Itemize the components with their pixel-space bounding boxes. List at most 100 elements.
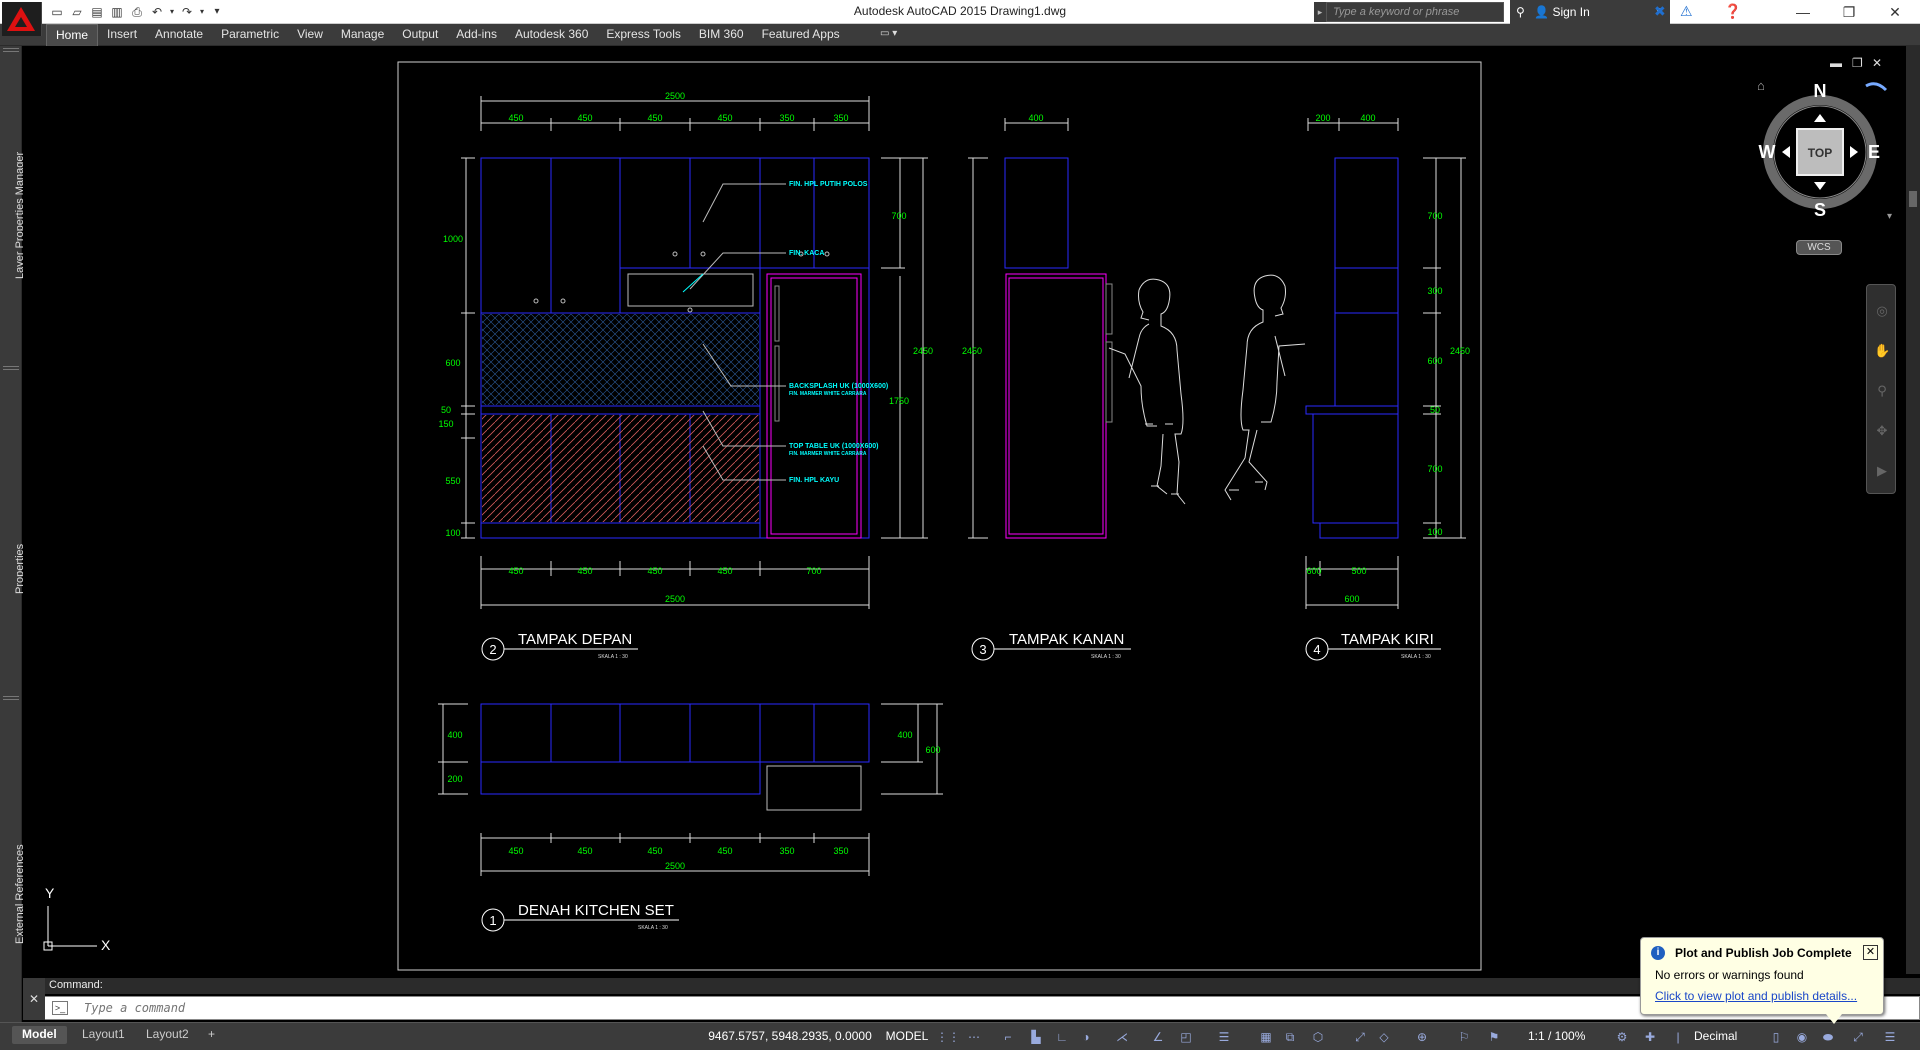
compass-west[interactable]: W <box>1759 142 1776 162</box>
ortho-icon[interactable]: ∟ <box>1054 1028 1070 1046</box>
sign-in-button[interactable]: ⚲ 👤 Sign In ▾ <box>1510 0 1670 24</box>
home-view-icon[interactable]: ⌂ <box>1757 78 1765 93</box>
tab-autodesk-360[interactable]: Autodesk 360 <box>506 24 597 46</box>
drawing-area[interactable]: 2500 450 450 450 450 350 350 450 450 450… <box>23 46 1906 974</box>
tab-layout1[interactable]: Layout1 <box>72 1026 135 1044</box>
redo-icon[interactable]: ↷ <box>178 3 196 21</box>
print-icon[interactable]: ⎙ <box>128 3 146 21</box>
qat-customize-icon[interactable]: ▾ <box>208 3 226 21</box>
viewcube-down-arrow-icon[interactable] <box>1814 182 1826 190</box>
object-snap-tracking-icon[interactable]: ∠ <box>1150 1028 1166 1046</box>
tab-layout2[interactable]: Layout2 <box>136 1026 199 1044</box>
tab-featured-apps[interactable]: Featured Apps <box>753 24 849 46</box>
a360-icon[interactable]: ⚠ <box>1680 3 1693 21</box>
viewcube-up-arrow-icon[interactable] <box>1814 114 1826 122</box>
notification-details-link[interactable]: Click to view plot and publish details..… <box>1655 989 1857 1003</box>
showmotion-icon[interactable]: ▶ <box>1874 463 1890 479</box>
zoom-icon[interactable]: ⚲ <box>1874 383 1890 399</box>
workspace-icon[interactable]: ⚙ <box>1614 1028 1630 1046</box>
open-file-icon[interactable]: ▱ <box>68 3 86 21</box>
save-icon[interactable]: ▤ <box>88 3 106 21</box>
minimize-icon[interactable]: — <box>1780 0 1826 24</box>
redo-dropdown-icon[interactable]: ▾ <box>198 3 206 21</box>
compass-east[interactable]: E <box>1868 142 1880 162</box>
annotation-scale[interactable]: 1:1 / 100% <box>1528 1029 1585 1043</box>
snap-icon[interactable]: ⋯ <box>966 1028 982 1046</box>
viewcube-right-arrow-icon[interactable] <box>1850 146 1858 158</box>
viewport-restore-icon[interactable]: ❐ <box>1852 56 1863 70</box>
gizmo-icon[interactable]: ⊕ <box>1414 1028 1430 1046</box>
drawing-svg[interactable]: 2500 450 450 450 450 350 350 450 450 450… <box>23 46 1906 974</box>
tab-home[interactable]: Home <box>46 24 99 46</box>
palette-grip[interactable] <box>3 366 19 370</box>
undo-icon[interactable]: ↶ <box>148 3 166 21</box>
tab-parametric[interactable]: Parametric <box>212 24 288 46</box>
tab-annotate[interactable]: Annotate <box>146 24 212 46</box>
palette-grip[interactable] <box>3 48 19 52</box>
coordinates-display[interactable]: 9467.5757, 5948.2935, 0.0000 <box>700 1026 880 1048</box>
viewcube[interactable]: TOP N S W E ⌂ ▾ <box>1757 78 1892 222</box>
help-icon[interactable]: ❓ <box>1724 3 1741 21</box>
selection-filter-icon[interactable]: ◇ <box>1376 1028 1392 1046</box>
command-input[interactable] <box>84 997 1584 1019</box>
selection-cycling-icon[interactable]: ⧉ <box>1282 1028 1298 1046</box>
quick-properties-icon[interactable]: ▯ <box>1768 1028 1784 1046</box>
palette-tab-external-references[interactable]: External References <box>0 706 26 956</box>
lock-ui-icon[interactable]: ◉ <box>1794 1028 1810 1046</box>
polar-tracking-icon[interactable]: ◑ <box>1078 1028 1094 1046</box>
object-snap-icon[interactable]: ◰ <box>1178 1028 1194 1046</box>
command-close-icon[interactable]: ✕ <box>23 978 45 1020</box>
tab-express-tools[interactable]: Express Tools <box>597 24 689 46</box>
exchange-apps-icon[interactable]: ✖ <box>1654 3 1666 21</box>
command-recent-icon[interactable]: >_ <box>52 1001 68 1015</box>
viewport-minimize-icon[interactable]: ▬ <box>1830 56 1842 70</box>
palette-tab-properties[interactable]: Properties <box>0 376 26 606</box>
infer-constraints-icon[interactable]: ⌐ <box>1000 1028 1016 1046</box>
compass-south[interactable]: S <box>1814 200 1826 220</box>
help-search-input[interactable]: Type a keyword or phrase <box>1326 2 1504 22</box>
palette-tab-layer-properties[interactable]: Layer Properties Manager <box>0 56 26 291</box>
palette-grip[interactable] <box>3 696 19 700</box>
dynamic-input-icon[interactable]: ▙ <box>1028 1028 1044 1046</box>
search-expand-icon[interactable]: ▸ <box>1314 2 1326 22</box>
tab-bim-360[interactable]: BIM 360 <box>690 24 753 46</box>
tab-add-ins[interactable]: Add-ins <box>447 24 506 46</box>
restore-icon[interactable]: ❐ <box>1826 0 1872 24</box>
transparency-icon[interactable]: ▦ <box>1258 1028 1274 1046</box>
clean-screen-icon[interactable]: ⤢ <box>1850 1028 1866 1046</box>
viewcube-menu-icon[interactable]: ▾ <box>1887 211 1892 222</box>
vertical-scrollbar[interactable] <box>1906 46 1920 974</box>
tab-manage[interactable]: Manage <box>332 24 393 46</box>
annotation-monitor-icon[interactable]: ✚ <box>1642 1028 1658 1046</box>
application-menu-button[interactable] <box>2 2 42 36</box>
save-as-icon[interactable]: ▥ <box>108 3 126 21</box>
customization-icon[interactable]: ☰ <box>1882 1028 1898 1046</box>
isodraft-icon[interactable]: ⋌ <box>1114 1028 1130 1046</box>
auto-scale-icon[interactable]: ⚑ <box>1486 1028 1502 1046</box>
units-display[interactable]: Decimal <box>1694 1029 1737 1043</box>
model-space-button[interactable]: MODEL <box>884 1026 930 1048</box>
ucs-menu[interactable]: WCS <box>1796 240 1842 255</box>
notification-close-icon[interactable]: ✕ <box>1863 945 1878 960</box>
viewcube-face-label[interactable]: TOP <box>1808 146 1832 160</box>
orbit-icon[interactable]: ✥ <box>1874 423 1890 439</box>
compass-north[interactable]: N <box>1814 81 1827 101</box>
tab-model[interactable]: Model <box>12 1026 67 1044</box>
dynamic-ucs-icon[interactable]: ⤢ <box>1352 1028 1368 1046</box>
close-window-icon[interactable]: ✕ <box>1872 0 1918 24</box>
annotation-visibility-icon[interactable]: ⚐ <box>1456 1028 1472 1046</box>
steering-wheel-icon[interactable]: ◎ <box>1874 303 1890 319</box>
tab-view[interactable]: View <box>288 24 332 46</box>
3d-osnap-icon[interactable]: ⬡ <box>1310 1028 1326 1046</box>
rotate-view-icon[interactable] <box>1865 82 1888 92</box>
tab-output[interactable]: Output <box>393 24 447 46</box>
scroll-thumb[interactable] <box>1909 191 1917 207</box>
viewcube-left-arrow-icon[interactable] <box>1782 146 1790 158</box>
new-file-icon[interactable]: ▭ <box>48 3 66 21</box>
ribbon-minimize-icon[interactable]: ▭ ▾ <box>880 28 897 39</box>
pan-icon[interactable]: ✋ <box>1874 343 1890 359</box>
grid-icon[interactable]: ⋮⋮ <box>936 1028 960 1046</box>
lineweight-icon[interactable]: ☰ <box>1216 1028 1232 1046</box>
isolate-objects-icon[interactable]: ⬬ <box>1820 1028 1836 1046</box>
tab-insert[interactable]: Insert <box>98 24 146 46</box>
